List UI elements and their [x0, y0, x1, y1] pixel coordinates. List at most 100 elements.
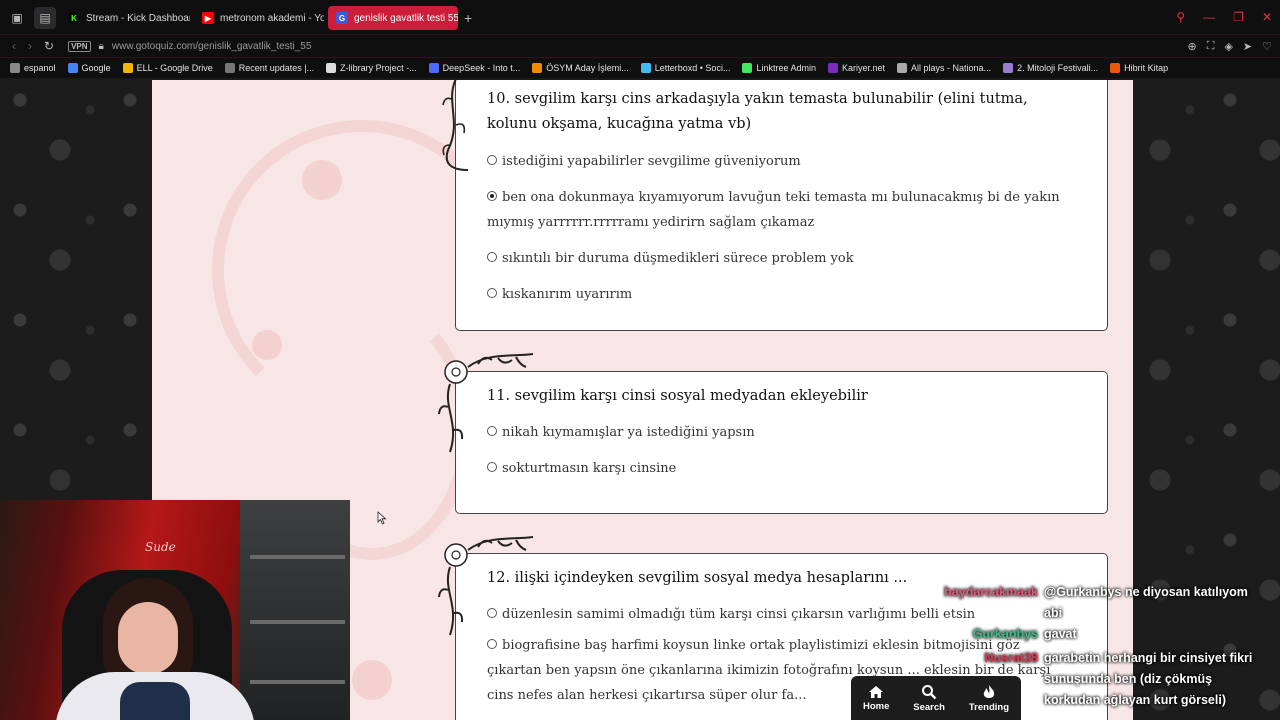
tab-youtube[interactable]: ▶ metronom akademi - YouTube	[194, 6, 324, 30]
chat-text: garabetin herhangi bir cinsiyet fikri su…	[1044, 651, 1253, 707]
answer-option[interactable]: nikah kıymamışlar ya istediğini yapsın	[487, 420, 1077, 445]
option-label: kıskanırım uyarırım	[502, 287, 633, 302]
option-label: istediğini yapabilirler sevgilime güveni…	[502, 154, 801, 169]
radio-button[interactable]	[487, 462, 497, 472]
bookmark-favicon-icon	[224, 63, 235, 73]
bottom-navigation: Home Search Trending	[851, 676, 1021, 720]
bookmark-label: ÖSYM Aday İşlemi...	[546, 63, 629, 73]
question-title: 11. sevgilim karşı cinsi sosyal medyadan…	[487, 388, 868, 404]
browser-tab-bar: ▣ ▤ K Stream - Kick Dashboard ▶ metronom…	[0, 0, 1280, 36]
bookmark-item[interactable]: ÖSYM Aday İşlemi...	[532, 63, 629, 73]
reload-icon[interactable]: ↻	[44, 39, 54, 53]
chat-text: @Gurkanbys ne diyosan katılıyom abi	[1044, 585, 1248, 620]
shield-icon[interactable]: ◈	[1224, 40, 1232, 53]
tab-label: genislik gavatlik testi 55	[354, 12, 458, 24]
question-card-10: 10. sevgilim karşı cins arkadaşıyla yakı…	[455, 80, 1108, 331]
restore-icon[interactable]: ❐	[1233, 10, 1244, 24]
chat-message: haydarcakmaak @Gurkanbys ne diyosan katıl…	[940, 582, 1275, 624]
bookmark-item[interactable]: ELL - Google Drive	[122, 63, 213, 73]
bookmark-label: Linktree Admin	[756, 63, 816, 73]
answer-option[interactable]: sıkıntılı bir duruma düşmedikleri sürece…	[487, 246, 1077, 271]
minimize-icon[interactable]: —	[1203, 10, 1215, 24]
bookmark-item[interactable]: DeepSeek - Into t...	[428, 63, 521, 73]
tab-kick[interactable]: K Stream - Kick Dashboard	[60, 6, 190, 30]
nav-home-button[interactable]: Home	[863, 685, 889, 712]
url-field[interactable]: www.gotoquiz.com/genislik_gavatlik_testi…	[112, 41, 312, 52]
decorative-flower	[302, 160, 342, 200]
corner-ornament-icon	[438, 353, 534, 453]
bookmark-favicon-icon	[640, 63, 651, 73]
bookmark-item[interactable]: Google	[67, 63, 111, 73]
answer-option-selected[interactable]: ben ona dokunmaya kıyamıyorum lavuğun te…	[487, 185, 1077, 235]
tab-gotoquiz[interactable]: G genislik gavatlik testi 55	[328, 6, 458, 30]
decorative-flower	[352, 660, 392, 700]
address-bar-row: ‹ › ↻ VPN 🔒︎ www.gotoquiz.com/genislik_g…	[0, 34, 1280, 58]
back-icon[interactable]: ‹	[12, 39, 16, 53]
mouse-cursor-icon	[377, 511, 387, 525]
bookmark-favicon-icon	[428, 63, 439, 73]
bookmark-label: DeepSeek - Into t...	[442, 63, 521, 73]
radio-button[interactable]	[487, 288, 497, 298]
bookmark-label: Kariyer.net	[842, 63, 886, 73]
bookmark-item[interactable]: Linktree Admin	[742, 63, 816, 73]
bookmark-item[interactable]: Recent updates |...	[224, 63, 314, 73]
zoom-icon[interactable]: ⊕	[1188, 40, 1197, 53]
bookmark-item[interactable]: Z-library Project -...	[326, 63, 417, 73]
bookmark-item[interactable]: All plays - Nationa...	[897, 63, 991, 73]
shelf-row	[250, 620, 345, 624]
bookmark-label: 2. Mitoloji Festivali...	[1017, 63, 1099, 73]
bookmark-favicon-icon	[1110, 63, 1121, 73]
nav-search-button[interactable]: Search	[913, 684, 945, 713]
sidebar-toggle-icon[interactable]: ▣	[6, 7, 28, 29]
bookmarks-bar: espanol Google ELL - Google Drive Recent up…	[0, 58, 1280, 78]
bookmark-item[interactable]: Letterboxd • Soci...	[640, 63, 731, 73]
send-icon[interactable]: ➤	[1243, 40, 1252, 53]
nav-trending-button[interactable]: Trending	[969, 684, 1009, 713]
workspaces-icon[interactable]: ▤	[34, 7, 56, 29]
bookmark-label: Google	[81, 63, 111, 73]
bookmark-favicon-icon	[828, 63, 838, 73]
webcam-overlay: Sude	[0, 500, 350, 720]
flame-icon	[983, 684, 995, 698]
bookmark-label: Letterboxd • Soci...	[654, 63, 731, 73]
streamer-shirt	[120, 682, 190, 720]
gotoquiz-favicon-icon: G	[336, 12, 348, 24]
tab-label: Stream - Kick Dashboard	[86, 12, 190, 24]
answer-option[interactable]: istediğini yapabilirler sevgilime güveni…	[487, 149, 1077, 174]
new-tab-button[interactable]: +	[464, 10, 472, 26]
chat-username[interactable]: Nusrat28	[985, 648, 1039, 669]
chat-text: gavat	[1044, 627, 1077, 641]
nav-label: Home	[862, 700, 890, 712]
bookmark-favicon-icon	[532, 63, 543, 73]
radio-button[interactable]	[487, 252, 497, 262]
search-tabs-icon[interactable]: ⚲	[1176, 10, 1185, 24]
answer-option[interactable]: sokturtmasın karşı cinsine	[487, 456, 1077, 481]
forward-icon[interactable]: ›	[28, 39, 32, 53]
option-label: nikah kıymamışlar ya istediğini yapsın	[502, 425, 755, 440]
heart-icon[interactable]: ♡	[1262, 40, 1272, 53]
bookmark-label: espanol	[24, 63, 56, 73]
bookmark-label: Z-library Project -...	[340, 63, 417, 73]
bookmark-item[interactable]: Kariyer.net	[828, 63, 885, 73]
close-icon[interactable]: ✕	[1262, 10, 1272, 24]
chat-username[interactable]: Gurkanbys	[973, 624, 1038, 645]
bookmark-item[interactable]: Hibrit Kitap	[1110, 63, 1168, 73]
snapshot-icon[interactable]: ⛶	[1207, 40, 1215, 53]
chat-username[interactable]: haydarcakmaak	[944, 582, 1038, 603]
window-controls: ⚲ — ❐ ✕	[1176, 10, 1272, 24]
address-bar-actions: ⊕ ⛶ ◈ ➤ ♡	[1188, 40, 1272, 53]
vpn-badge[interactable]: VPN	[68, 40, 91, 52]
search-icon	[922, 684, 937, 699]
lock-icon[interactable]: 🔒︎	[99, 41, 104, 52]
bookmark-favicon-icon	[742, 63, 753, 73]
corner-ornament-icon	[438, 536, 534, 636]
option-label: sıkıntılı bir duruma düşmedikleri sürece…	[502, 251, 854, 266]
answer-option[interactable]: kıskanırım uyarırım	[487, 282, 1077, 307]
bookmark-favicon-icon	[1003, 63, 1014, 73]
radio-button-checked[interactable]	[487, 191, 497, 201]
youtube-favicon-icon: ▶	[202, 12, 214, 24]
corner-ornament-icon	[442, 80, 469, 171]
bookmark-item[interactable]: 2. Mitoloji Festivali...	[1003, 63, 1098, 73]
bookmark-item[interactable]: espanol	[10, 63, 56, 73]
bookmark-favicon-icon	[326, 63, 337, 73]
